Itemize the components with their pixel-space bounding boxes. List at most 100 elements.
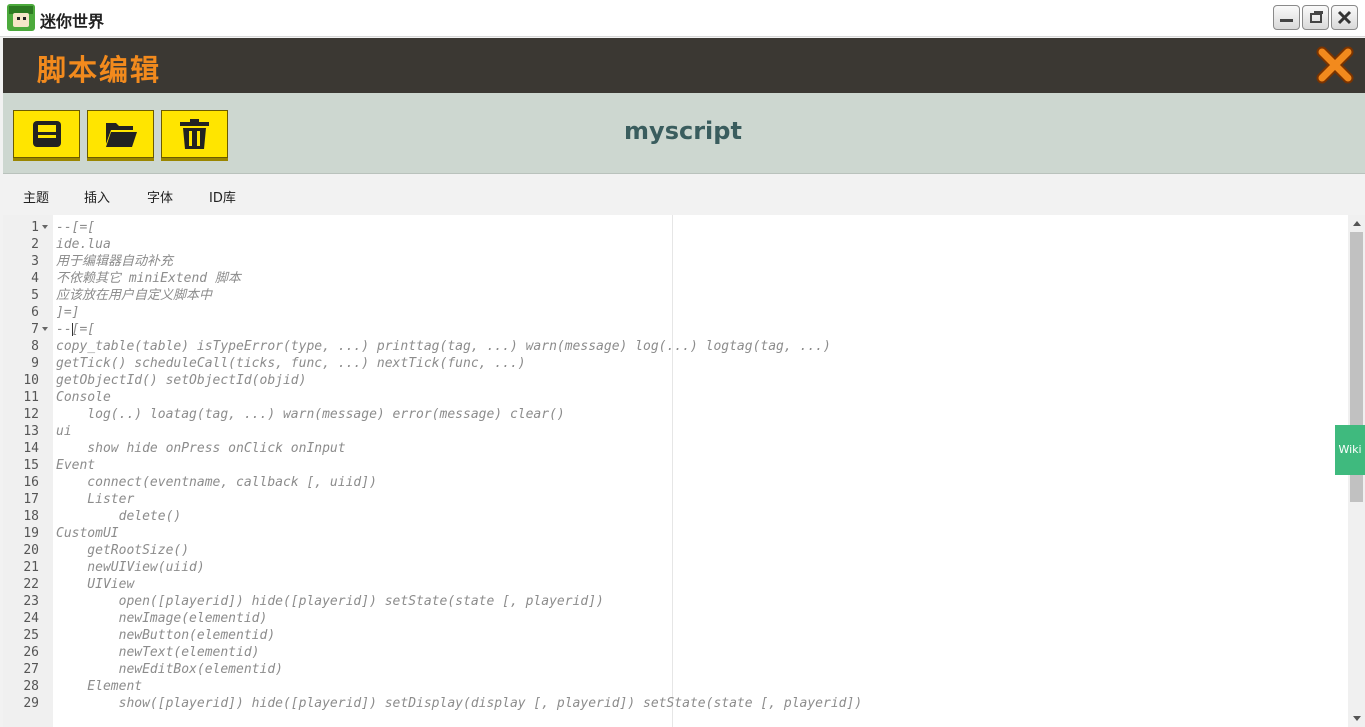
- line-number: 25: [23, 628, 39, 643]
- delete-button[interactable]: [161, 110, 228, 158]
- code-text: getTick() scheduleCall(ticks, func, ...)…: [56, 356, 526, 371]
- line-number: 26: [23, 645, 39, 660]
- code-line[interactable]: 15 Event: [3, 457, 1348, 474]
- save-icon: [33, 121, 61, 147]
- code-text: Console: [56, 390, 111, 405]
- app-title: 迷你世界: [40, 12, 105, 31]
- trash-icon: [180, 119, 209, 149]
- code-line[interactable]: 27 newEditBox(elementid): [3, 661, 1348, 678]
- code-line[interactable]: 21 newUIView(uiid): [3, 559, 1348, 576]
- code-text: open([playerid]) hide([playerid]) setSta…: [56, 594, 604, 609]
- line-number: 8: [31, 339, 39, 354]
- line-number: 10: [23, 373, 39, 388]
- code-text: log(..) loatag(tag, ...) warn(message) e…: [56, 407, 565, 422]
- close-x-icon: [1316, 46, 1354, 84]
- close-icon: [1337, 10, 1352, 25]
- scroll-up-icon[interactable]: [1353, 221, 1361, 226]
- code-line[interactable]: 22 UIView: [3, 576, 1348, 593]
- panel-close-button[interactable]: [1316, 46, 1354, 84]
- line-number: 16: [23, 475, 39, 490]
- menu-font[interactable]: 字体: [147, 187, 173, 206]
- code-text: getRootSize(): [56, 543, 190, 558]
- save-button[interactable]: [13, 110, 80, 158]
- fold-arrow-icon[interactable]: [42, 327, 48, 331]
- window-title-bar: 迷你世界: [0, 0, 1365, 37]
- menu-insert[interactable]: 插入: [84, 187, 110, 206]
- line-number: 29: [23, 696, 39, 711]
- code-line[interactable]: 13 ui: [3, 423, 1348, 440]
- line-number: 4: [31, 271, 39, 286]
- code-text: connect(eventname, callback [, uiid]): [56, 475, 377, 490]
- code-text: show([playerid]) hide([playerid]) setDis…: [56, 696, 863, 711]
- code-line[interactable]: 9 getTick() scheduleCall(ticks, func, ...…: [3, 355, 1348, 372]
- code-text: ui: [56, 424, 72, 439]
- code-text: getObjectId() setObjectId(objid): [56, 373, 307, 388]
- line-number: 19: [23, 526, 39, 541]
- menu-theme[interactable]: 主题: [23, 187, 49, 206]
- line-number: 24: [23, 611, 39, 626]
- toolbar: myscript: [3, 93, 1365, 174]
- code-text: ]=]: [56, 305, 80, 320]
- code-line[interactable]: 28 Element: [3, 678, 1348, 695]
- restore-button[interactable]: [1302, 5, 1329, 30]
- code-line[interactable]: 5 应该放在用户自定义脚本中: [3, 287, 1348, 304]
- code-text: newText(elementid): [56, 645, 260, 660]
- fold-arrow-icon[interactable]: [42, 225, 48, 229]
- scroll-down-icon[interactable]: [1353, 716, 1361, 721]
- code-line[interactable]: 29 show([playerid]) hide([playerid]) set…: [3, 695, 1348, 712]
- code-line[interactable]: 8 copy_table(table) isTypeError(type, ...…: [3, 338, 1348, 355]
- code-text: Element: [56, 679, 143, 694]
- line-number: 13: [23, 424, 39, 439]
- window-close-button[interactable]: [1331, 5, 1358, 30]
- text-cursor: [72, 323, 73, 336]
- line-number: 23: [23, 594, 39, 609]
- line-number: 15: [23, 458, 39, 473]
- code-text: newImage(elementid): [56, 611, 268, 626]
- code-line[interactable]: 1 --[=[: [3, 219, 1348, 236]
- panel-header: 脚本编辑: [3, 38, 1365, 93]
- line-number: 11: [23, 390, 39, 405]
- script-name: myscript: [624, 117, 742, 145]
- code-line[interactable]: 18 delete(): [3, 508, 1348, 525]
- code-line[interactable]: 4 不依赖其它 miniExtend 脚本: [3, 270, 1348, 287]
- code-line[interactable]: 24 newImage(elementid): [3, 610, 1348, 627]
- code-text: --[=[: [56, 220, 96, 235]
- code-line[interactable]: 10 getObjectId() setObjectId(objid): [3, 372, 1348, 389]
- line-number: 12: [23, 407, 39, 422]
- open-button[interactable]: [87, 110, 154, 158]
- code-line[interactable]: 14 show hide onPress onClick onInput: [3, 440, 1348, 457]
- code-editor[interactable]: 1 --[=[2 ide.lua 3 用于编辑器自动补充 4 不依赖其它 miniExten…: [3, 215, 1365, 727]
- code-line[interactable]: 17 Lister: [3, 491, 1348, 508]
- code-text: newButton(elementid): [56, 628, 276, 643]
- code-line[interactable]: 3 用于编辑器自动补充: [3, 253, 1348, 270]
- wiki-tab[interactable]: Wiki: [1335, 425, 1365, 475]
- code-text: 不依赖其它 miniExtend 脚本: [56, 271, 241, 286]
- line-number: 6: [31, 305, 39, 320]
- minimize-button[interactable]: [1273, 5, 1300, 30]
- line-number: 21: [23, 560, 39, 575]
- code-line[interactable]: 20 getRootSize(): [3, 542, 1348, 559]
- code-line[interactable]: 26 newText(elementid): [3, 644, 1348, 661]
- code-line[interactable]: 2 ide.lua: [3, 236, 1348, 253]
- code-line[interactable]: 19 CustomUI: [3, 525, 1348, 542]
- line-number: 14: [23, 441, 39, 456]
- minimize-icon: [1280, 19, 1293, 22]
- code-line[interactable]: 6 ]=]: [3, 304, 1348, 321]
- script-editor-panel: 脚本编辑 myscript 主题 插入 字体 ID库 1 --[=[2 ide…: [3, 38, 1365, 727]
- line-number: 27: [23, 662, 39, 677]
- code-line[interactable]: 7 --[=[: [3, 321, 1348, 338]
- code-line[interactable]: 12 log(..) loatag(tag, ...) warn(message…: [3, 406, 1348, 423]
- code-line[interactable]: 23 open([playerid]) hide([playerid]) set…: [3, 593, 1348, 610]
- code-line[interactable]: 11 Console: [3, 389, 1348, 406]
- code-text: delete(): [56, 509, 182, 524]
- code-line[interactable]: 16 connect(eventname, callback [, uiid]): [3, 474, 1348, 491]
- menu-id-library[interactable]: ID库: [209, 187, 236, 206]
- code-text: show hide onPress onClick onInput: [56, 441, 346, 456]
- code-text: newEditBox(elementid): [56, 662, 283, 677]
- code-text: newUIView(uiid): [56, 560, 205, 575]
- line-number: 18: [23, 509, 39, 524]
- code-line[interactable]: 25 newButton(elementid): [3, 627, 1348, 644]
- code-text: 应该放在用户自定义脚本中: [56, 288, 213, 303]
- line-number: 7: [31, 322, 39, 337]
- editor-menu-bar: 主题 插入 字体 ID库: [3, 174, 1365, 215]
